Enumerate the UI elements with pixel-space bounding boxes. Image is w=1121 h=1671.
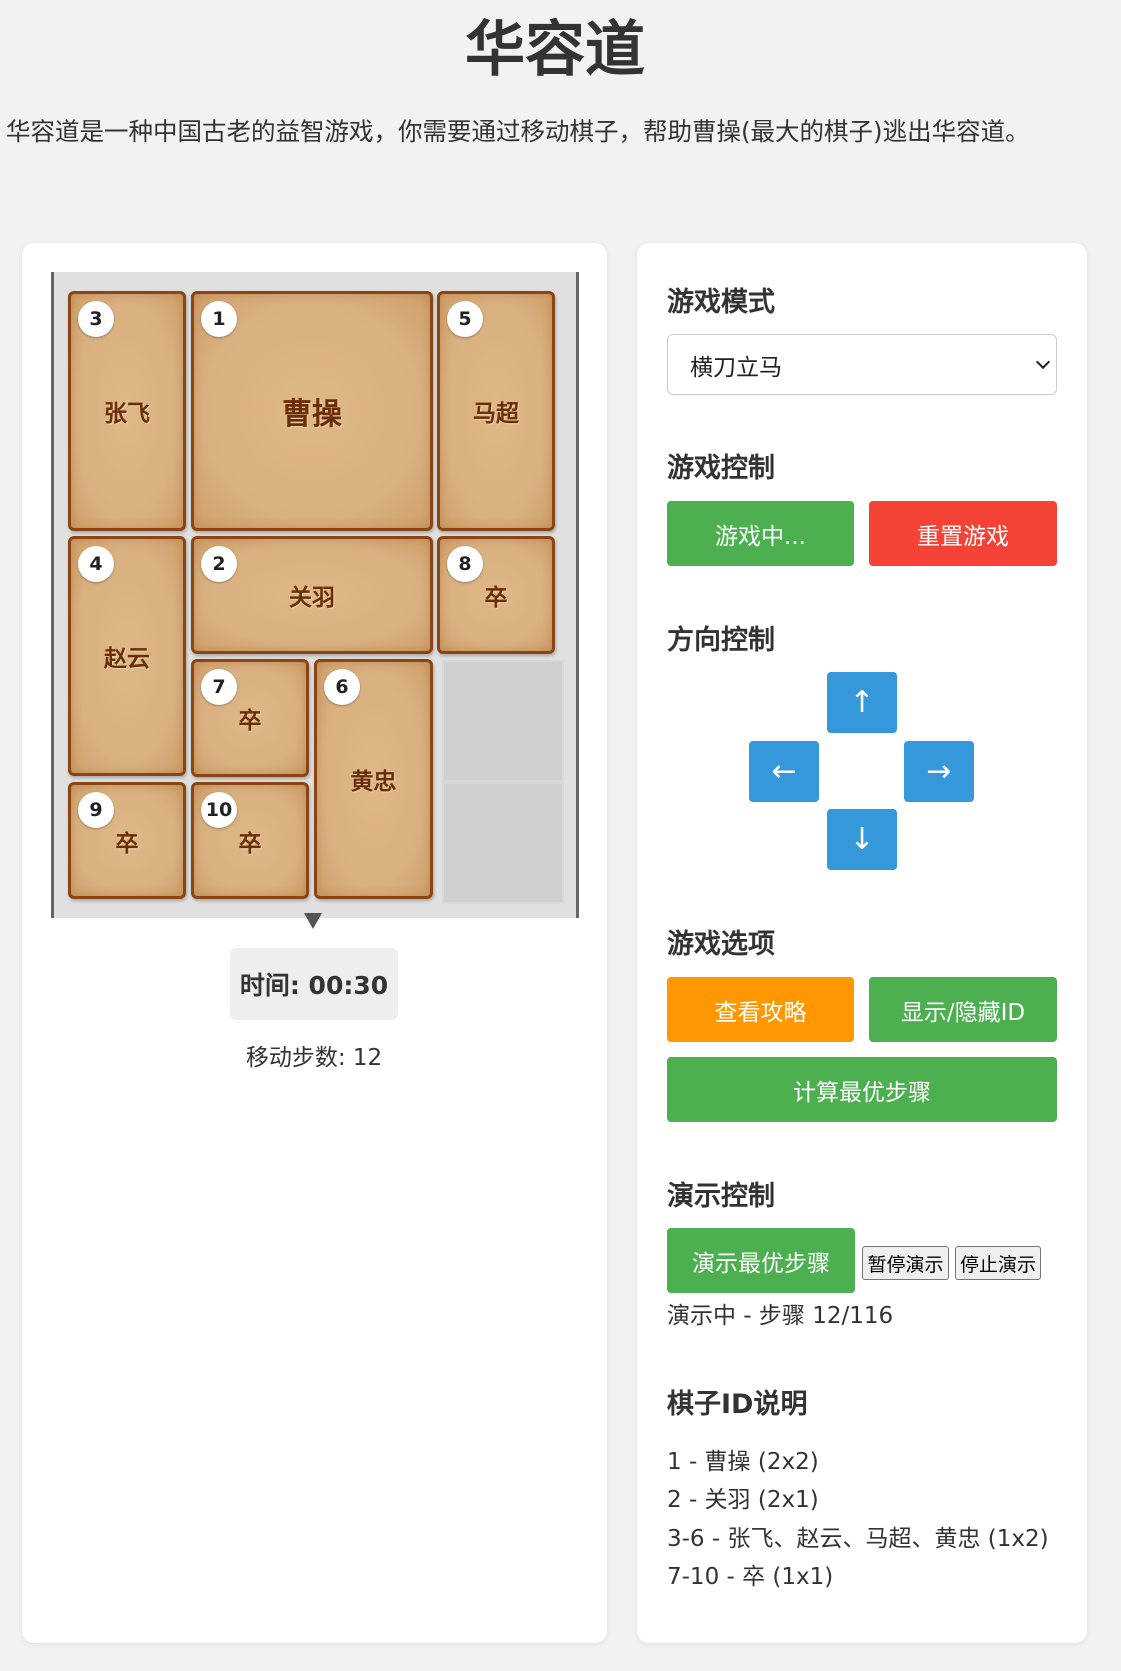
empty-cell: [442, 660, 564, 782]
piece-name: 马超: [473, 401, 519, 427]
piece-machao[interactable]: 5 马超: [437, 291, 555, 531]
move-left-button[interactable]: ←: [749, 741, 819, 802]
piece-id-badge: 6: [324, 669, 360, 705]
mode-select-value: 横刀立马: [690, 354, 782, 381]
demo-stop-button[interactable]: 停止演示: [955, 1246, 1041, 1280]
section-title-control: 游戏控制: [667, 453, 775, 484]
chevron-down-icon: [1035, 354, 1051, 370]
move-right-button[interactable]: →: [904, 741, 974, 802]
piece-huangzhong[interactable]: 6 黄忠: [314, 659, 433, 899]
toggle-id-button[interactable]: 显示/隐藏ID: [869, 977, 1057, 1042]
piece-id-badge: 5: [447, 301, 483, 337]
demo-play-button[interactable]: 演示最优步骤: [667, 1228, 855, 1293]
piece-soldier-8[interactable]: 8 卒: [437, 536, 555, 654]
piece-zhaoyun[interactable]: 4 赵云: [68, 536, 186, 776]
exit-arrow-icon: [304, 913, 322, 929]
section-title-options: 游戏选项: [667, 929, 775, 960]
piece-name: 卒: [238, 708, 262, 734]
piece-name: 卒: [115, 830, 139, 857]
piece-id-badge: 2: [201, 546, 237, 582]
compute-optimal-button[interactable]: 计算最优步骤: [667, 1057, 1057, 1122]
piece-id-badge: 9: [78, 792, 114, 828]
empty-cell: [442, 782, 564, 904]
piece-guanyu[interactable]: 2 关羽: [191, 536, 433, 654]
piece-name: 卒: [484, 585, 508, 611]
piece-name: 张飞: [104, 401, 150, 427]
timer-display: 时间: 00:30: [230, 948, 398, 1020]
piece-name: 赵云: [104, 646, 150, 672]
section-title-legend: 棋子ID说明: [667, 1389, 808, 1420]
legend-item: 7-10 - 卒 (1x1): [667, 1564, 834, 1590]
piece-zhangfei[interactable]: 3 张飞: [68, 291, 186, 531]
start-game-button[interactable]: 游戏中...: [667, 501, 854, 566]
section-title-demo: 演示控制: [667, 1181, 775, 1212]
piece-name: 曹操: [282, 397, 342, 432]
legend-item: 2 - 关羽 (2x1): [667, 1487, 819, 1513]
piece-id-badge: 3: [78, 301, 114, 337]
reset-game-button[interactable]: 重置游戏: [869, 501, 1057, 566]
demo-status-text: 演示中 - 步骤 12/116: [667, 1303, 894, 1329]
piece-id-badge: 7: [201, 669, 237, 705]
mode-select[interactable]: 横刀立马: [667, 334, 1057, 395]
piece-id-badge: 1: [201, 301, 237, 337]
piece-id-badge: 8: [447, 546, 483, 582]
view-guide-button[interactable]: 查看攻略: [667, 977, 854, 1042]
piece-name: 黄忠: [350, 769, 397, 795]
legend-item: 1 - 曹操 (2x2): [667, 1449, 819, 1475]
demo-pause-button[interactable]: 暂停演示: [862, 1246, 949, 1280]
piece-soldier-10[interactable]: 10 卒: [191, 782, 309, 899]
page-title: 华容道: [465, 15, 645, 85]
game-board: 3 张飞 1 曹操 5 马超 4 赵云 2 关羽 8 卒 7 卒 6 黄忠 9 …: [51, 272, 579, 918]
piece-id-badge: 10: [201, 792, 237, 828]
piece-soldier-7[interactable]: 7 卒: [191, 659, 309, 777]
piece-caocao[interactable]: 1 曹操: [191, 291, 433, 531]
piece-id-badge: 4: [78, 546, 114, 582]
move-up-button[interactable]: ↑: [827, 672, 897, 733]
section-title-mode: 游戏模式: [667, 287, 775, 318]
piece-soldier-9[interactable]: 9 卒: [68, 782, 186, 899]
legend-item: 3-6 - 张飞、赵云、马超、黄忠 (1x2): [667, 1526, 1049, 1552]
piece-name: 关羽: [289, 585, 335, 611]
game-intro: 华容道是一种中国古老的益智游戏，你需要通过移动棋子，帮助曹操(最大的棋子)逃出华…: [6, 117, 1030, 146]
move-down-button[interactable]: ↓: [827, 809, 897, 870]
move-counter: 移动步数: 12: [245, 1045, 383, 1071]
piece-name: 卒: [238, 830, 262, 857]
section-title-direction: 方向控制: [667, 625, 775, 656]
